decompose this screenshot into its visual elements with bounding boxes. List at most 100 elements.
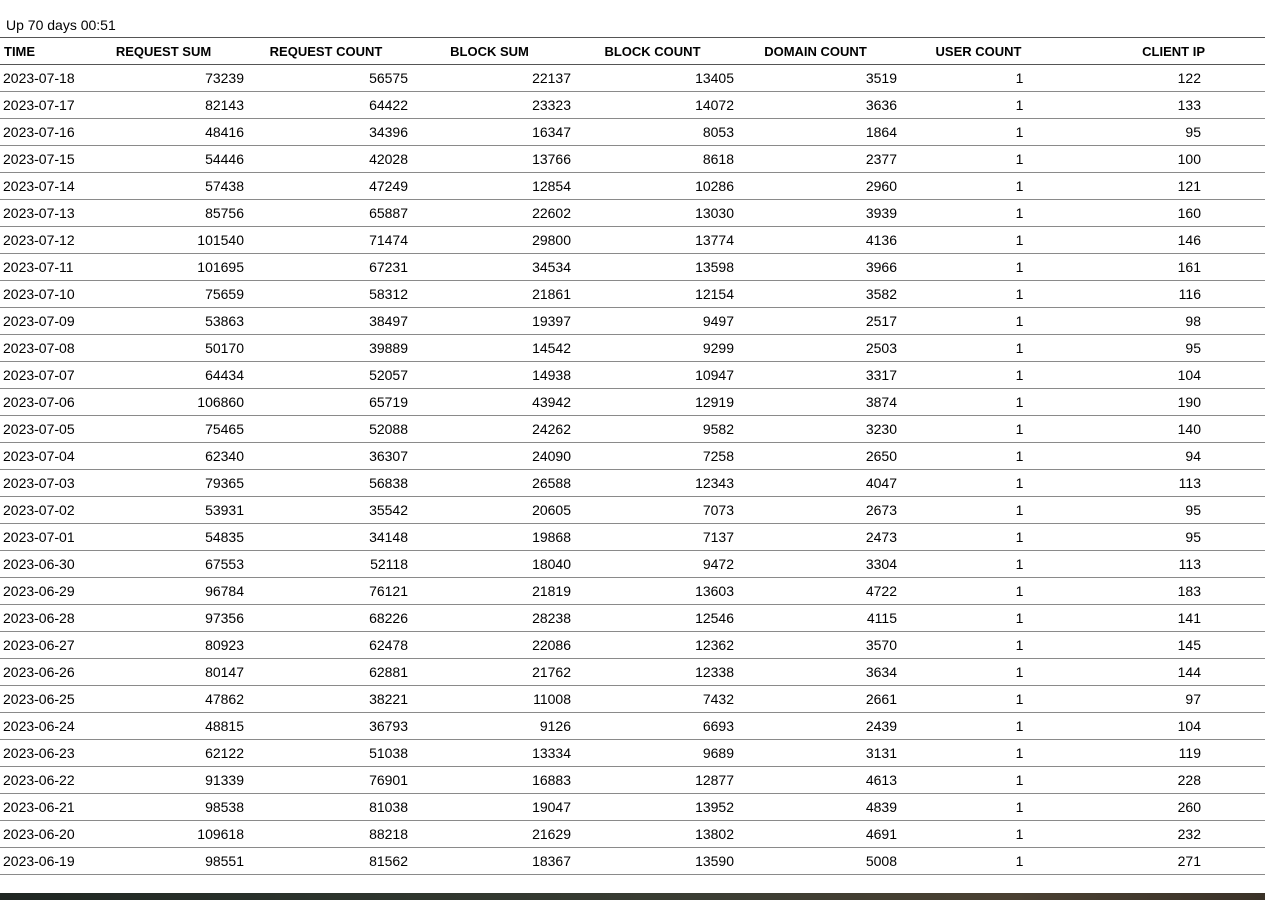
cell-request-sum: 54835 xyxy=(83,523,244,551)
cell-domain-count: 3634 xyxy=(734,658,897,686)
cell-time: 2023-06-28 xyxy=(0,604,83,632)
cell-block-count: 13405 xyxy=(571,64,734,92)
cell-request-count: 36793 xyxy=(244,712,408,740)
cell-block-sum: 12854 xyxy=(408,172,571,200)
cell-user-count: 1 xyxy=(897,550,1060,578)
cell-user-count: 1 xyxy=(897,361,1060,389)
table-row: 2023-06-24 48815 36793 9126 6693 2439 1 104 xyxy=(0,712,1265,740)
cell-block-sum: 14938 xyxy=(408,361,571,389)
cell-request-count: 71474 xyxy=(244,226,408,254)
cell-request-sum: 98538 xyxy=(83,793,244,821)
cell-block-sum: 18040 xyxy=(408,550,571,578)
cell-request-count: 52118 xyxy=(244,550,408,578)
cell-user-count: 1 xyxy=(897,523,1060,551)
cell-time: 2023-07-04 xyxy=(0,442,83,470)
header-block-count: BLOCK COUNT xyxy=(571,37,734,65)
cell-user-count: 1 xyxy=(897,415,1060,443)
cell-block-sum: 19397 xyxy=(408,307,571,335)
cell-domain-count: 4136 xyxy=(734,226,897,254)
cell-block-sum: 18367 xyxy=(408,847,571,875)
cell-block-sum: 19868 xyxy=(408,523,571,551)
cell-domain-count: 4691 xyxy=(734,820,897,848)
cell-block-sum: 16347 xyxy=(408,118,571,146)
cell-time: 2023-07-16 xyxy=(0,118,83,146)
cell-domain-count: 2503 xyxy=(734,334,897,362)
cell-request-sum: 109618 xyxy=(83,820,244,848)
daily-stats-table: TIME REQUEST SUM REQUEST COUNT BLOCK SUM… xyxy=(0,37,1265,875)
cell-domain-count: 3317 xyxy=(734,361,897,389)
cell-user-count: 1 xyxy=(897,739,1060,767)
cell-time: 2023-06-19 xyxy=(0,847,83,875)
cell-client-ip: 183 xyxy=(1060,577,1265,605)
cell-time: 2023-07-14 xyxy=(0,172,83,200)
cell-block-sum: 9126 xyxy=(408,712,571,740)
cell-user-count: 1 xyxy=(897,442,1060,470)
cell-block-count: 12919 xyxy=(571,388,734,416)
header-client-ip: CLIENT IP xyxy=(1060,37,1265,65)
cell-user-count: 1 xyxy=(897,253,1060,281)
table-row: 2023-06-27 80923 62478 22086 12362 3570 1 145 xyxy=(0,631,1265,659)
cell-time: 2023-07-08 xyxy=(0,334,83,362)
cell-request-sum: 48815 xyxy=(83,712,244,740)
cell-request-sum: 98551 xyxy=(83,847,244,875)
cell-time: 2023-07-01 xyxy=(0,523,83,551)
cell-block-sum: 14542 xyxy=(408,334,571,362)
cell-time: 2023-07-18 xyxy=(0,64,83,92)
cell-block-sum: 22086 xyxy=(408,631,571,659)
cell-block-sum: 21629 xyxy=(408,820,571,848)
cell-block-sum: 26588 xyxy=(408,469,571,497)
cell-block-sum: 16883 xyxy=(408,766,571,794)
cell-request-sum: 96784 xyxy=(83,577,244,605)
cell-user-count: 1 xyxy=(897,604,1060,632)
cell-user-count: 1 xyxy=(897,199,1060,227)
cell-time: 2023-06-30 xyxy=(0,550,83,578)
cell-request-count: 38221 xyxy=(244,685,408,713)
cell-domain-count: 2473 xyxy=(734,523,897,551)
header-row: TIME REQUEST SUM REQUEST COUNT BLOCK SUM… xyxy=(0,37,1265,65)
cell-request-sum: 97356 xyxy=(83,604,244,632)
cell-time: 2023-06-20 xyxy=(0,820,83,848)
cell-request-sum: 101540 xyxy=(83,226,244,254)
cell-request-sum: 57438 xyxy=(83,172,244,200)
cell-block-count: 12343 xyxy=(571,469,734,497)
table-row: 2023-07-07 64434 52057 14938 10947 3317 1 104 xyxy=(0,361,1265,389)
cell-domain-count: 2517 xyxy=(734,307,897,335)
cell-client-ip: 144 xyxy=(1060,658,1265,686)
cell-request-count: 34396 xyxy=(244,118,408,146)
cell-user-count: 1 xyxy=(897,172,1060,200)
cell-block-count: 10947 xyxy=(571,361,734,389)
cell-client-ip: 141 xyxy=(1060,604,1265,632)
cell-request-count: 56838 xyxy=(244,469,408,497)
cell-client-ip: 97 xyxy=(1060,685,1265,713)
cell-client-ip: 232 xyxy=(1060,820,1265,848)
cell-request-sum: 54446 xyxy=(83,145,244,173)
cell-client-ip: 95 xyxy=(1060,334,1265,362)
cell-client-ip: 190 xyxy=(1060,388,1265,416)
table-row: 2023-07-15 54446 42028 13766 8618 2377 1 100 xyxy=(0,145,1265,173)
cell-domain-count: 3939 xyxy=(734,199,897,227)
cell-domain-count: 3582 xyxy=(734,280,897,308)
cell-client-ip: 116 xyxy=(1060,280,1265,308)
header-request-sum: REQUEST SUM xyxy=(83,37,244,65)
cell-block-sum: 21861 xyxy=(408,280,571,308)
cell-time: 2023-07-05 xyxy=(0,415,83,443)
cell-request-sum: 82143 xyxy=(83,91,244,119)
cell-block-sum: 28238 xyxy=(408,604,571,632)
cell-request-sum: 73239 xyxy=(83,64,244,92)
cell-time: 2023-07-06 xyxy=(0,388,83,416)
cell-request-count: 58312 xyxy=(244,280,408,308)
footer-image-strip xyxy=(0,893,1265,900)
cell-request-count: 88218 xyxy=(244,820,408,848)
cell-request-sum: 106860 xyxy=(83,388,244,416)
cell-request-count: 65719 xyxy=(244,388,408,416)
cell-request-count: 51038 xyxy=(244,739,408,767)
cell-client-ip: 95 xyxy=(1060,523,1265,551)
cell-request-count: 65887 xyxy=(244,199,408,227)
table-row: 2023-07-03 79365 56838 26588 12343 4047 1 113 xyxy=(0,469,1265,497)
cell-time: 2023-07-11 xyxy=(0,253,83,281)
cell-request-count: 39889 xyxy=(244,334,408,362)
table-row: 2023-06-28 97356 68226 28238 12546 4115 1 141 xyxy=(0,604,1265,632)
cell-time: 2023-06-26 xyxy=(0,658,83,686)
cell-request-sum: 75659 xyxy=(83,280,244,308)
cell-request-count: 34148 xyxy=(244,523,408,551)
